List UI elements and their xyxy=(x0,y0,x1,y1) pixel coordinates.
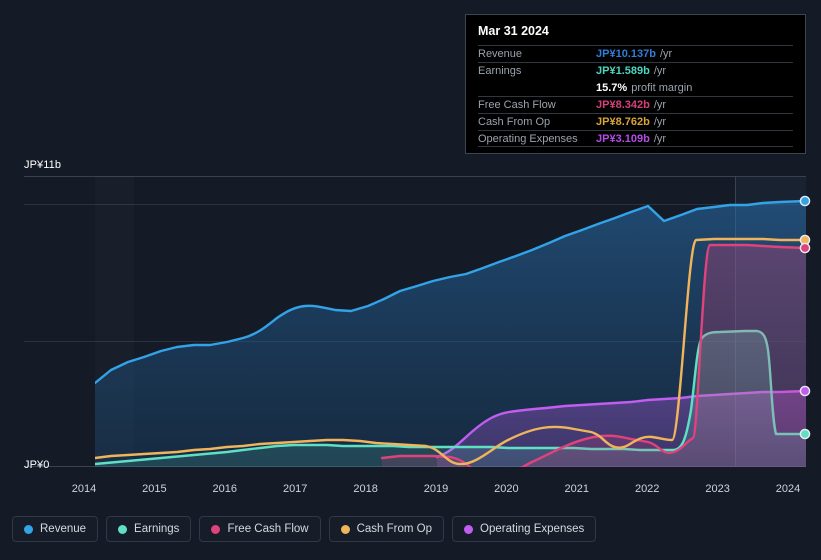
tooltip-row-value: JP¥8.342b xyxy=(596,99,650,111)
x-axis-label-2024: 2024 xyxy=(775,483,801,495)
tooltip-row-suffix: /yr xyxy=(659,48,673,60)
x-axis-label-2023: 2023 xyxy=(705,483,730,495)
legend-color-dot xyxy=(24,524,33,534)
x-axis-label-2018: 2018 xyxy=(353,483,378,495)
legend-label: Operating Expenses xyxy=(480,523,585,535)
tooltip-date: Mar 31 2024 xyxy=(478,24,549,38)
tooltip-profit-margin-row: 15.7% profit margin xyxy=(478,79,793,96)
tooltip-row-value: JP¥1.589b xyxy=(596,65,650,77)
tooltip-row-label: Earnings xyxy=(478,65,522,77)
x-axis-label-2015: 2015 xyxy=(142,483,167,495)
legend-label: Cash From Op xyxy=(356,523,433,535)
legend-label: Free Cash Flow xyxy=(227,523,309,535)
endpoint-free-cash-flow xyxy=(799,242,811,254)
x-axis-label-2021: 2021 xyxy=(564,483,590,495)
tooltip-row: Free Cash Flow JP¥8.342b/yr xyxy=(478,96,793,113)
tooltip-row-label: Revenue xyxy=(478,48,523,60)
tooltip-row-suffix: /yr xyxy=(653,116,667,128)
x-axis: 2014 2015 2016 2017 2018 2019 2020 2021 2022 2023… xyxy=(0,483,821,503)
legend-color-dot xyxy=(211,524,221,534)
tooltip-row: Operating Expenses JP¥3.109b/yr xyxy=(478,130,793,147)
x-axis-label-2017: 2017 xyxy=(282,483,308,495)
legend-item-operating-expenses[interactable]: Operating Expenses xyxy=(452,516,597,542)
legend-color-dot xyxy=(340,524,350,534)
x-axis-label-2019: 2019 xyxy=(423,483,449,495)
x-axis-label-2020: 2020 xyxy=(494,483,519,495)
legend-label: Earnings xyxy=(134,523,180,535)
chart-legend[interactable]: Revenue Earnings Free Cash Flow Cash From O… xyxy=(12,516,597,542)
x-axis-label-2014: 2014 xyxy=(71,483,97,495)
endpoint-earnings xyxy=(799,428,811,440)
tooltip-row-suffix: /yr xyxy=(653,132,667,145)
legend-label: Revenue xyxy=(40,523,87,535)
tooltip-row-value: JP¥3.109b xyxy=(596,132,650,145)
legend-color-dot xyxy=(118,524,128,534)
tooltip-row-label: Operating Expenses xyxy=(478,132,578,145)
y-axis-max-label: JP¥11b xyxy=(24,159,62,171)
tooltip-row: Earnings JP¥1.589b/yr xyxy=(478,62,793,79)
tooltip-profit-margin-value: 15.7% xyxy=(596,81,628,94)
x-axis-label-2016: 2016 xyxy=(212,483,238,495)
data-tooltip: Mar 31 2024 Revenue JP¥10.137b/yr Earnings… xyxy=(465,14,806,154)
legend-color-dot xyxy=(464,524,474,534)
legend-item-cash-from-op[interactable]: Cash From Op xyxy=(328,516,445,542)
tooltip-row-suffix: /yr xyxy=(653,99,667,111)
tooltip-row-value: JP¥10.137b xyxy=(596,48,656,60)
x-axis-label-2022: 2022 xyxy=(634,483,660,495)
endpoint-operating-expenses xyxy=(799,385,811,397)
legend-item-free-cash-flow[interactable]: Free Cash Flow xyxy=(199,516,321,542)
tooltip-profit-margin-label: profit margin xyxy=(631,81,693,94)
financial-performance-chart: JP¥11b JP¥0 2014 2015 2016 2017 2018 2019 2020… xyxy=(0,0,821,560)
tooltip-row: Cash From Op JP¥8.762b/yr xyxy=(478,113,793,130)
tooltip-row-label: Free Cash Flow xyxy=(478,99,556,111)
legend-item-earnings[interactable]: Earnings xyxy=(106,516,192,542)
tooltip-row: Revenue JP¥10.137b/yr xyxy=(478,45,793,62)
tooltip-row-suffix: /yr xyxy=(653,65,667,77)
tooltip-rows: Revenue JP¥10.137b/yr Earnings JP¥1.589b/yr… xyxy=(478,45,793,147)
y-axis-zero-label: JP¥0 xyxy=(24,459,50,471)
tooltip-row-label: Cash From Op xyxy=(478,116,551,128)
tooltip-row-value: JP¥8.762b xyxy=(596,116,650,128)
legend-item-revenue[interactable]: Revenue xyxy=(12,516,99,542)
endpoint-revenue xyxy=(799,195,811,207)
